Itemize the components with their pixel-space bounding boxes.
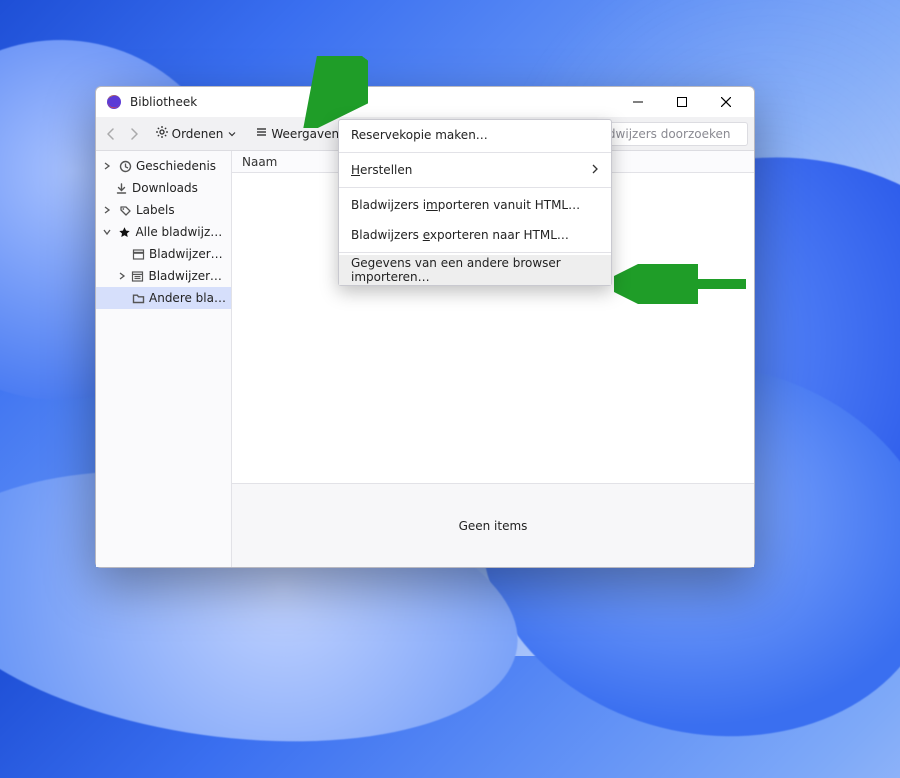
sidebar-label: Bladwijzerwerkbalk <box>149 247 227 261</box>
firefox-icon <box>106 94 122 110</box>
menu-separator <box>339 187 611 188</box>
twisty-icon[interactable] <box>100 228 114 236</box>
download-icon <box>114 181 128 195</box>
sidebar-item-labels[interactable]: Labels <box>96 199 231 221</box>
star-icon <box>118 225 132 239</box>
caret-down-icon <box>228 127 236 141</box>
minimize-button[interactable] <box>616 87 660 117</box>
sidebar-label: Labels <box>136 203 175 217</box>
menu-item-restore[interactable]: Herstellen <box>339 155 611 185</box>
details-pane: Geen items <box>232 483 754 567</box>
annotation-arrow-top <box>296 56 368 128</box>
close-button[interactable] <box>704 87 748 117</box>
annotation-arrow-right <box>614 264 754 304</box>
clock-icon <box>118 159 132 173</box>
sidebar-label: Bladwijzermenu <box>148 269 227 283</box>
menu-item-export-html[interactable]: Bladwijzers exporteren naar HTML… <box>339 220 611 250</box>
empty-label: Geen items <box>459 519 528 533</box>
twisty-icon[interactable] <box>116 272 127 280</box>
sidebar-item-history[interactable]: Geschiedenis <box>96 155 231 177</box>
titlebar: Bibliotheek <box>96 87 754 117</box>
library-window: Bibliotheek Ordenen <box>95 86 755 568</box>
menu-item-import-browser[interactable]: Gegevens van een andere browser importer… <box>339 255 611 285</box>
sidebar-label: Geschiedenis <box>136 159 216 173</box>
twisty-icon[interactable] <box>100 162 114 170</box>
menu-separator <box>339 252 611 253</box>
sidebar-label: Andere bladwijzers <box>149 291 227 305</box>
sidebar-label: Alle bladwijzers <box>135 225 227 239</box>
sidebar-item-bookmarks-toolbar[interactable]: Bladwijzerwerkbalk <box>96 243 231 265</box>
forward-button[interactable] <box>125 122 142 146</box>
tag-icon <box>118 203 132 217</box>
sidebar-item-bookmarks-menu[interactable]: Bladwijzermenu <box>96 265 231 287</box>
organize-menu[interactable]: Ordenen <box>149 122 243 146</box>
import-backup-dropdown: Reservekopie maken… Herstellen Bladwijze… <box>338 119 612 286</box>
gear-icon <box>155 125 169 142</box>
twisty-icon[interactable] <box>100 206 114 214</box>
chevron-right-icon <box>591 163 599 177</box>
sidebar-item-all-bookmarks[interactable]: Alle bladwijzers <box>96 221 231 243</box>
window-title: Bibliotheek <box>130 95 197 109</box>
menu-item-backup[interactable]: Reservekopie maken… <box>339 120 611 150</box>
sidebar: Geschiedenis Downloads Labels <box>96 151 232 567</box>
folder-bar-icon <box>132 247 145 261</box>
sidebar-item-downloads[interactable]: Downloads <box>96 177 231 199</box>
back-button[interactable] <box>102 122 119 146</box>
views-label: Weergaven <box>271 127 339 141</box>
folder-icon <box>132 291 145 305</box>
menu-separator <box>339 152 611 153</box>
maximize-button[interactable] <box>660 87 704 117</box>
sidebar-label: Downloads <box>132 181 198 195</box>
folder-menu-icon <box>131 269 144 283</box>
organize-label: Ordenen <box>172 127 224 141</box>
list-icon <box>254 125 268 142</box>
sidebar-item-other-bookmarks[interactable]: Andere bladwijzers <box>96 287 231 309</box>
menu-item-import-html[interactable]: Bladwijzers importeren vanuit HTML… <box>339 190 611 220</box>
